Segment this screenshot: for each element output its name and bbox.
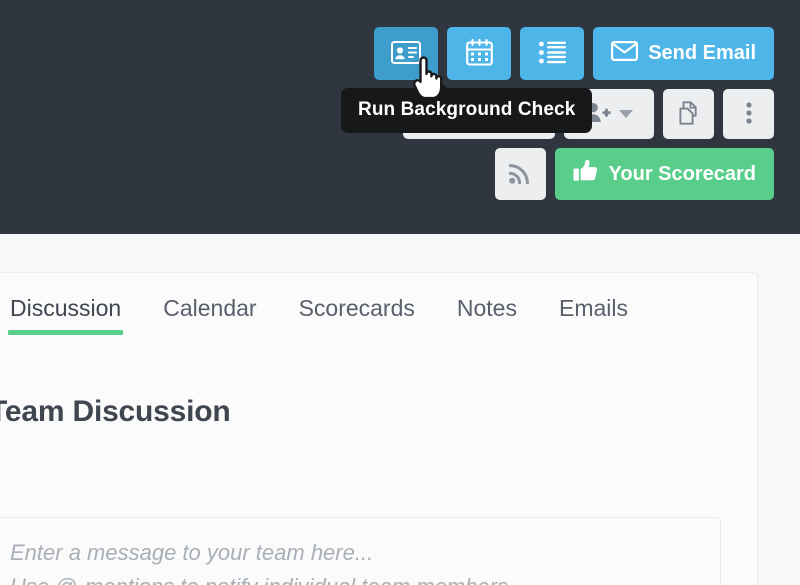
add-task-button[interactable] [520,27,585,80]
composer-placeholder-line-1: Enter a message to your team here... [10,540,374,565]
calendar-icon [465,38,493,69]
your-scorecard-button[interactable]: Your Scorecard [554,148,774,200]
action-row-primary: Send Email [374,27,774,80]
tab-scorecards-label: Scorecards [298,295,415,321]
run-background-check-button[interactable] [374,27,439,80]
detail-card: Discussion Calendar Scorecards Notes Ema… [0,272,758,585]
send-email-label: Send Email [648,42,756,64]
your-scorecard-label: Your Scorecard [608,162,756,185]
app-screenshot: Send Email Your Scorecard Run Background… [0,0,800,585]
page-header: Send Email Your Scorecard Run Background… [0,0,800,234]
tooltip-text: Run Background Check [358,99,576,120]
envelope-icon [611,40,639,67]
team-message-input[interactable]: Enter a message to your team here... Use… [0,517,721,585]
rss-icon [508,162,531,187]
tab-notes[interactable]: Notes [436,295,538,335]
chevron-down-icon [619,110,633,118]
send-email-button[interactable]: Send Email [593,27,774,80]
schedule-event-button[interactable] [447,27,512,80]
tab-notes-label: Notes [456,295,517,321]
tab-emails[interactable]: Emails [538,295,649,335]
composer-placeholder-line-2: Use @-mentions to notify individual team… [10,570,700,585]
list-icon [538,41,566,67]
copy-icon [677,100,701,128]
tab-bar: Discussion Calendar Scorecards Notes Ema… [0,273,757,335]
action-row-tertiary: Your Scorecard [494,148,774,200]
feed-button[interactable] [494,148,546,200]
section-title: Team Discussion [0,395,231,428]
tab-scorecards[interactable]: Scorecards [278,295,436,335]
tab-discussion[interactable]: Discussion [0,295,142,335]
id-card-icon [391,40,422,67]
thumbs-up-icon [573,159,599,189]
tab-discussion-label: Discussion [10,295,122,321]
page-body: Discussion Calendar Scorecards Notes Ema… [0,234,800,585]
tooltip-run-background-check: Run Background Check [341,77,593,133]
duplicate-button[interactable] [663,89,714,139]
vertical-dots-icon [745,101,752,127]
tab-emails-label: Emails [558,295,628,321]
tab-calendar[interactable]: Calendar [142,295,277,335]
more-options-button[interactable] [723,89,774,139]
tab-calendar-label: Calendar [163,295,257,321]
